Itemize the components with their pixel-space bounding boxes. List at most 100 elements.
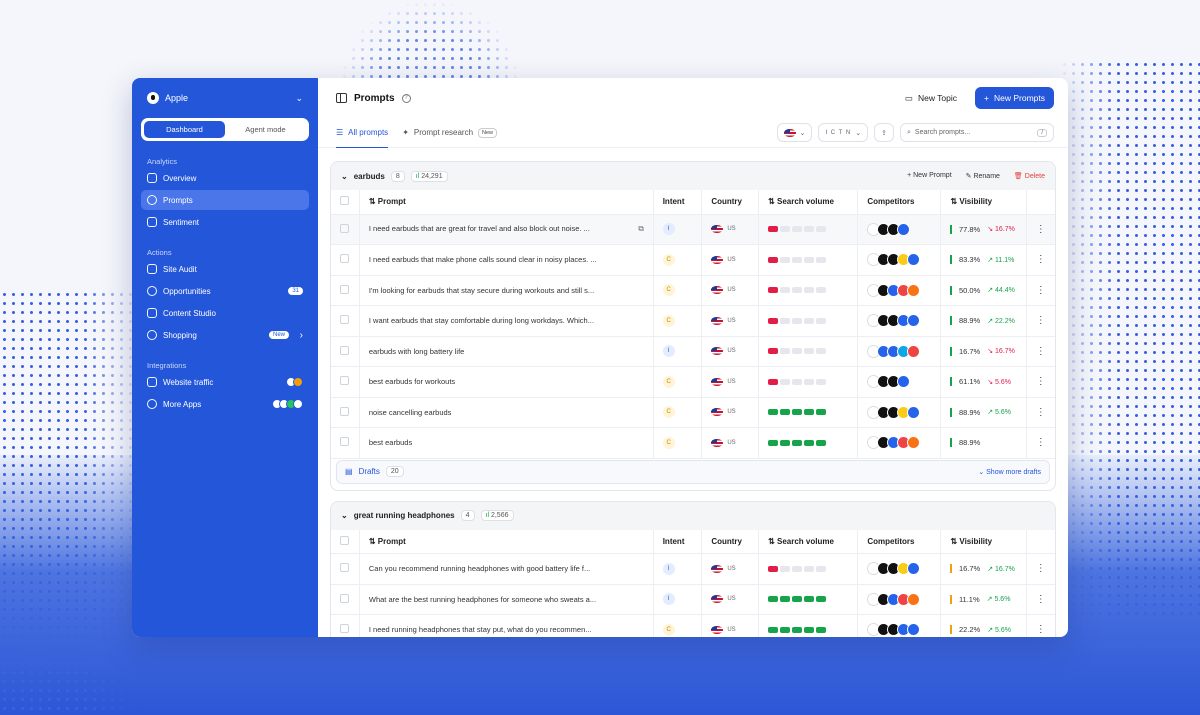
org-switcher[interactable]: Apple ⌄ bbox=[141, 90, 309, 106]
group-volume: ıl 24,291 bbox=[410, 170, 448, 182]
country-cell: US bbox=[711, 286, 749, 295]
row-checkbox[interactable] bbox=[340, 254, 349, 264]
sidebar-item-label: Website traffic bbox=[163, 377, 214, 387]
tab-dashboard[interactable]: Dashboard bbox=[144, 121, 225, 138]
top-bar: Prompts ? ▭ New Topic + New Prompts bbox=[318, 78, 1068, 118]
row-checkbox[interactable] bbox=[340, 315, 349, 325]
chevron-down-icon[interactable]: ⌄ bbox=[341, 172, 348, 181]
sidebar-toggle-icon[interactable] bbox=[336, 93, 347, 103]
row-checkbox[interactable] bbox=[340, 345, 349, 355]
sidebar-item-sentiment[interactable]: Sentiment bbox=[141, 212, 309, 232]
row-menu-icon[interactable]: ⋮ bbox=[1026, 427, 1055, 459]
row-menu-icon[interactable]: ⋮ bbox=[1026, 275, 1055, 306]
country-filter[interactable]: ⌄ bbox=[776, 123, 813, 142]
prompt-group: ⌄ earbuds 8 ıl 24,291 + New Prompt ✎ Rename 🗑 … bbox=[330, 161, 1056, 491]
llm-filter[interactable]: I C T N ⌄ bbox=[818, 123, 869, 142]
sidebar-item-opportunities[interactable]: Opportunities 31 bbox=[141, 281, 309, 301]
select-all-checkbox[interactable] bbox=[340, 196, 349, 206]
sidebar-item-shopping[interactable]: Shopping New › bbox=[141, 325, 309, 345]
chevron-down-icon[interactable]: ⌄ bbox=[341, 511, 348, 520]
col-volume[interactable]: ⇅ Search volume bbox=[758, 190, 859, 215]
table-row[interactable]: Can you recommend running headphones wit… bbox=[331, 553, 1055, 585]
delete-button[interactable]: 🗑 Delete bbox=[1014, 172, 1045, 180]
col-prompt[interactable]: ⇅ Prompt bbox=[359, 529, 654, 554]
competitor-logos bbox=[867, 623, 931, 637]
row-checkbox[interactable] bbox=[340, 406, 349, 416]
table-row[interactable]: I need running headphones that stay put,… bbox=[331, 614, 1055, 637]
new-prompts-label: New Prompts bbox=[993, 93, 1045, 103]
prompt-text: I need running headphones that stay put,… bbox=[359, 614, 654, 637]
row-checkbox[interactable] bbox=[340, 284, 349, 294]
competitor-logos bbox=[867, 314, 931, 328]
row-menu-icon[interactable]: ⋮ bbox=[1026, 614, 1055, 637]
sidebar-item-website-traffic[interactable]: Website traffic bbox=[141, 372, 309, 392]
col-label: Visibility bbox=[959, 536, 993, 546]
drafts-bar[interactable]: ▤ Drafts 20 ⌄ Show more drafts bbox=[336, 459, 1050, 484]
country-cell: US bbox=[711, 225, 749, 234]
row-checkbox[interactable] bbox=[340, 376, 349, 386]
volume-indicator bbox=[768, 626, 848, 633]
tab-label: All prompts bbox=[348, 128, 389, 137]
table-row[interactable]: I'm looking for earbuds that stay secure… bbox=[331, 275, 1055, 306]
row-checkbox[interactable] bbox=[340, 437, 349, 447]
tab-all-prompts[interactable]: ☰ All prompts bbox=[336, 118, 389, 148]
table-row[interactable]: I want earbuds that stay comfortable dur… bbox=[331, 305, 1055, 337]
col-visibility[interactable]: ⇅ Visibility bbox=[940, 190, 1027, 215]
sidebar-item-content-studio[interactable]: Content Studio bbox=[141, 303, 309, 323]
col-volume[interactable]: ⇅ Search volume bbox=[758, 529, 859, 554]
table-row[interactable]: I need earbuds that make phone calls sou… bbox=[331, 244, 1055, 276]
table-row[interactable]: I need earbuds that are great for travel… bbox=[331, 214, 1055, 245]
prompt-label: I need earbuds that make phone calls sou… bbox=[368, 255, 597, 265]
help-icon[interactable]: ? bbox=[401, 93, 411, 103]
visibility-value: 50.0% bbox=[958, 285, 981, 295]
visibility-cell: 16.7% ↘ 16.7% bbox=[950, 346, 1016, 356]
visibility-delta: ↗ 5.6% bbox=[987, 409, 1011, 417]
row-menu-icon[interactable]: ⋮ bbox=[1026, 397, 1055, 428]
col-prompt[interactable]: ⇅ Prompt bbox=[359, 190, 654, 215]
export-button[interactable]: ⇪ bbox=[874, 123, 894, 142]
volume-indicator bbox=[768, 317, 848, 324]
row-menu-icon[interactable]: ⋮ bbox=[1026, 214, 1055, 245]
delta-value: 22.2% bbox=[995, 317, 1015, 325]
row-menu-icon[interactable]: ⋮ bbox=[1026, 584, 1055, 615]
visibility-delta: ↘ 16.7% bbox=[987, 226, 1015, 234]
row-checkbox[interactable] bbox=[340, 563, 349, 573]
rename-button[interactable]: ✎ Rename bbox=[966, 172, 1000, 180]
copy-icon[interactable]: ⧉ bbox=[638, 224, 643, 234]
prompt-text: Can you recommend running headphones wit… bbox=[359, 553, 654, 585]
row-checkbox[interactable] bbox=[340, 624, 349, 634]
sidebar-item-site-audit[interactable]: Site Audit bbox=[141, 259, 309, 279]
volume-value: 24,291 bbox=[421, 172, 443, 180]
row-menu-icon[interactable]: ⋮ bbox=[1026, 553, 1055, 585]
prompt-label: best earbuds for workouts bbox=[368, 377, 456, 387]
sidebar-item-label: Prompts bbox=[163, 195, 193, 205]
row-menu-icon[interactable]: ⋮ bbox=[1026, 305, 1055, 337]
select-all-checkbox[interactable] bbox=[340, 535, 349, 545]
sidebar-item-prompts[interactable]: Prompts bbox=[141, 190, 309, 210]
table-row[interactable]: noise cancelling earbuds C US 88.9% ↗ 5.6… bbox=[331, 397, 1055, 428]
search-box[interactable]: ⌕ Search prompts... / bbox=[900, 123, 1054, 142]
show-more-drafts-button[interactable]: ⌄ Show more drafts bbox=[978, 468, 1041, 476]
row-menu-icon[interactable]: ⋮ bbox=[1026, 244, 1055, 276]
tab-agent-mode[interactable]: Agent mode bbox=[225, 121, 306, 138]
col-visibility[interactable]: ⇅ Visibility bbox=[940, 529, 1027, 554]
row-checkbox[interactable] bbox=[340, 593, 349, 603]
sidebar-item-more-apps[interactable]: More Apps bbox=[141, 394, 309, 414]
search-input[interactable]: Search prompts... bbox=[915, 129, 970, 137]
table-row[interactable]: What are the best running headphones for… bbox=[331, 584, 1055, 615]
new-prompts-button[interactable]: + New Prompts bbox=[975, 87, 1054, 109]
page-title: Prompts bbox=[354, 92, 395, 104]
prompt-label: I want earbuds that stay comfortable dur… bbox=[368, 316, 594, 326]
table-row[interactable]: earbuds with long battery life I US 16.7… bbox=[331, 336, 1055, 367]
tab-prompt-research[interactable]: ✦ Prompt research New bbox=[402, 118, 498, 147]
sidebar-item-overview[interactable]: Overview bbox=[141, 168, 309, 188]
row-menu-icon[interactable]: ⋮ bbox=[1026, 366, 1055, 398]
us-flag-icon bbox=[711, 625, 724, 634]
table-row[interactable]: best earbuds for workouts C US 61.1% ↘ 5.… bbox=[331, 366, 1055, 398]
folder-plus-icon: ▭ bbox=[904, 92, 913, 103]
row-checkbox[interactable] bbox=[340, 223, 349, 233]
new-topic-button[interactable]: ▭ New Topic bbox=[897, 88, 965, 109]
row-menu-icon[interactable]: ⋮ bbox=[1026, 336, 1055, 367]
table-row[interactable]: best earbuds C US 88.9% ⋮ bbox=[331, 427, 1055, 459]
new-prompt-button[interactable]: + New Prompt bbox=[907, 172, 952, 180]
